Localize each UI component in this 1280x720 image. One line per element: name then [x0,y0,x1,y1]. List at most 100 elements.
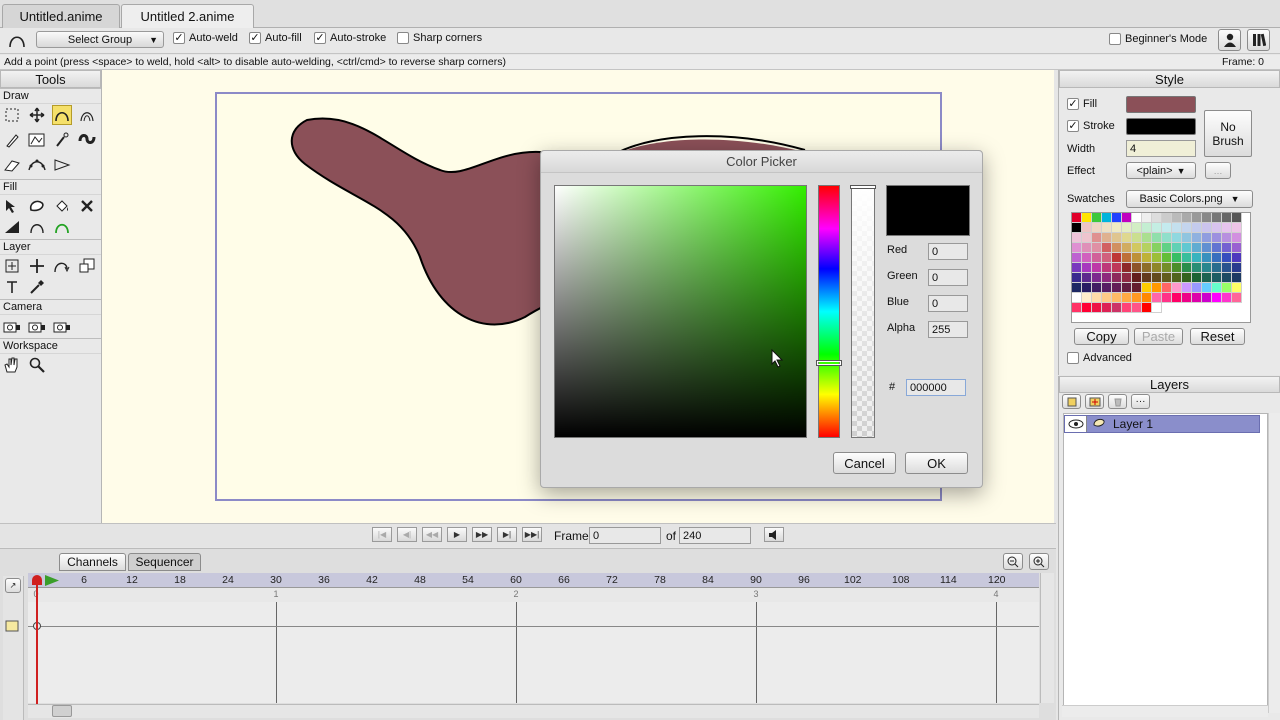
color-swatch[interactable] [1182,283,1192,293]
select-points-icon[interactable] [2,105,22,125]
color-swatch[interactable] [1172,263,1182,273]
color-swatch[interactable] [1072,273,1082,283]
no-brush-button[interactable]: No Brush [1204,110,1252,157]
color-swatch[interactable] [1232,263,1242,273]
color-swatch[interactable] [1142,273,1152,283]
width-field[interactable]: 4 [1126,140,1196,157]
color-swatch[interactable] [1082,233,1092,243]
new-layer-icon[interactable] [1062,394,1081,409]
color-swatch[interactable] [1202,253,1212,263]
color-swatch[interactable] [1152,303,1162,313]
color-swatch[interactable] [1082,243,1092,253]
transform-points-icon[interactable] [27,105,47,125]
swatches-dropdown[interactable]: Basic Colors.png ▼ [1126,190,1253,208]
line-width-icon[interactable] [2,217,22,237]
set-origin-icon[interactable] [27,256,47,276]
color-swatch[interactable] [1112,253,1122,263]
color-swatch[interactable] [1132,293,1142,303]
color-swatch[interactable] [1102,213,1112,223]
zoom-icon[interactable] [27,355,47,375]
color-swatch[interactable] [1222,223,1232,233]
color-swatch[interactable] [1142,263,1152,273]
color-swatch[interactable] [1172,253,1182,263]
playhead-handle[interactable] [32,575,42,585]
color-swatch[interactable] [1072,253,1082,263]
color-swatch[interactable] [1232,253,1242,263]
color-swatch[interactable] [1222,273,1232,283]
color-swatch[interactable] [1172,213,1182,223]
color-swatch[interactable] [1232,283,1242,293]
reset-button[interactable]: Reset [1190,328,1245,345]
color-swatch[interactable] [1112,263,1122,273]
color-swatch[interactable] [1152,293,1162,303]
color-swatch[interactable] [1072,243,1082,253]
follow-path-icon[interactable] [52,256,72,276]
play-button[interactable]: ▶ [447,527,467,542]
color-swatch[interactable] [1172,243,1182,253]
color-swatch[interactable] [1222,233,1232,243]
alpha-slider[interactable] [851,185,875,438]
color-swatch[interactable] [1182,213,1192,223]
color-swatch[interactable] [1142,253,1152,263]
color-swatch[interactable] [1222,263,1232,273]
color-swatch[interactable] [1182,263,1192,273]
color-swatch[interactable] [1112,273,1122,283]
color-swatch[interactable] [1132,223,1142,233]
color-swatch[interactable] [1142,243,1152,253]
color-swatch[interactable] [1072,213,1082,223]
color-swatch[interactable] [1192,243,1202,253]
color-swatch[interactable] [1182,293,1192,303]
sequencer-tab[interactable]: Sequencer [128,553,201,571]
beginner-mode-checkbox[interactable]: Beginner's Mode [1109,33,1207,45]
color-swatch[interactable] [1162,243,1172,253]
select-group-dropdown[interactable]: Select Group ▼ [36,31,164,48]
stroke-color-swatch[interactable] [1126,118,1196,135]
previous-keyframe-button[interactable]: ◀| [397,527,417,542]
hide-edge-icon[interactable] [27,217,47,237]
color-swatch[interactable] [1082,283,1092,293]
color-swatch[interactable] [1152,263,1162,273]
color-swatch[interactable] [1222,253,1232,263]
eyedropper-icon[interactable] [27,277,47,297]
color-swatch[interactable] [1222,243,1232,253]
ok-button[interactable]: OK [905,452,968,474]
fill-color-swatch[interactable] [1126,96,1196,113]
color-swatch[interactable] [1152,253,1162,263]
delete-edge-icon[interactable] [52,155,72,175]
timeline-ruler[interactable]: 6 12 18 24 30 36 42 48 54 60 66 72 78 84 90 96 102 108 114… [28,573,1039,588]
color-swatch[interactable] [1112,243,1122,253]
color-swatch[interactable] [1142,283,1152,293]
library-button[interactable] [1247,29,1270,51]
transform-layer-icon[interactable] [2,256,22,276]
color-swatch[interactable] [1212,293,1222,303]
color-swatch[interactable] [1192,223,1202,233]
step-back-button[interactable]: ◀◀ [422,527,442,542]
timeline-scroll-thumb[interactable] [52,705,72,717]
color-swatch[interactable] [1082,273,1092,283]
saturation-value-field[interactable] [554,185,807,438]
color-swatch[interactable] [1162,233,1172,243]
color-swatch[interactable] [1152,283,1162,293]
color-swatch[interactable] [1152,273,1162,283]
color-swatch[interactable] [1212,243,1222,253]
auto-weld-checkbox[interactable]: ✓ Auto-weld [173,32,238,44]
color-swatch[interactable] [1172,223,1182,233]
color-swatch[interactable] [1132,283,1142,293]
color-swatch[interactable] [1112,293,1122,303]
color-swatch[interactable] [1132,253,1142,263]
color-swatch[interactable] [1092,223,1102,233]
color-swatch[interactable] [1102,283,1112,293]
color-swatch[interactable] [1142,233,1152,243]
color-swatch[interactable] [1192,213,1202,223]
green-field[interactable]: 0 [928,269,968,286]
color-swatch[interactable] [1212,283,1222,293]
color-swatch[interactable] [1142,223,1152,233]
blue-field[interactable]: 0 [928,295,968,312]
zoom-camera-icon[interactable] [27,316,47,336]
color-swatch[interactable] [1172,233,1182,243]
delete-layer-icon[interactable] [1108,394,1127,409]
color-swatch[interactable] [1082,263,1092,273]
color-swatch[interactable] [1142,213,1152,223]
color-swatch[interactable] [1172,273,1182,283]
color-swatch[interactable] [1162,283,1172,293]
